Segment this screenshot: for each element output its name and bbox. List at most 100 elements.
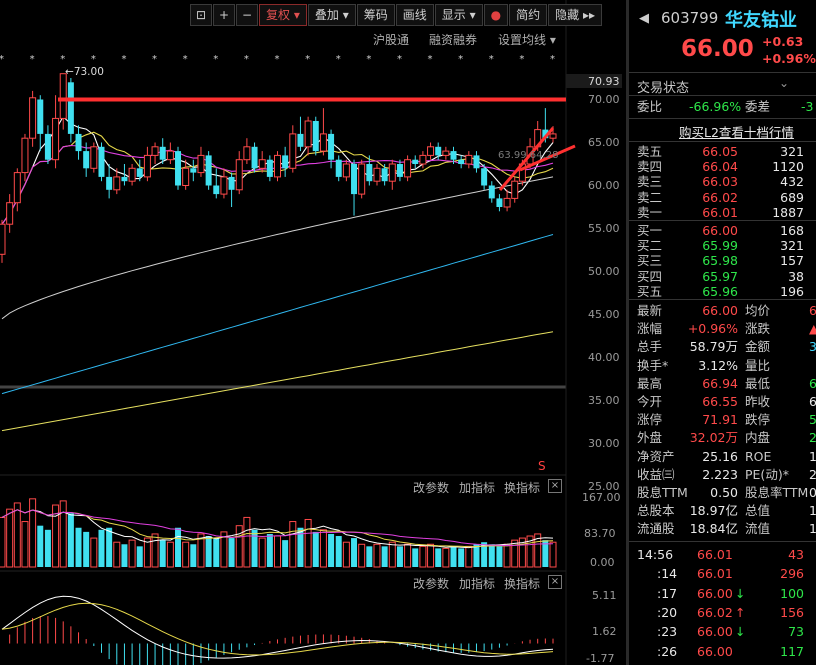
info-marker-icon: *	[336, 54, 341, 65]
minus-icon[interactable]: −	[236, 4, 258, 26]
candle-body	[220, 176, 228, 195]
margin-trading-link[interactable]: 融资融券	[429, 31, 477, 48]
volume-bar	[83, 531, 90, 567]
volume-bar	[503, 543, 511, 568]
volume-bar	[75, 527, 82, 567]
price-change: +0.63	[762, 34, 804, 49]
stat-label-2: ROE	[745, 448, 772, 464]
hide-label: 隐藏	[555, 8, 580, 22]
volume-bar	[388, 541, 396, 568]
vol-edit-params-button[interactable]: 改参数	[413, 479, 449, 496]
candle-body	[175, 151, 182, 186]
candle-body	[481, 168, 488, 186]
tick-time: :14	[657, 566, 678, 582]
volume-bar	[381, 546, 388, 567]
volume-bar	[251, 529, 258, 567]
candle-body	[312, 121, 319, 152]
volume-bar	[37, 525, 44, 567]
stat-value: 18.84亿	[689, 521, 738, 537]
fuquan-button[interactable]: 复权 ▾	[259, 4, 307, 26]
weibi-value: -66.96%	[689, 99, 742, 114]
chips-button[interactable]: 筹码	[356, 4, 395, 26]
simple-button[interactable]: 简约	[509, 4, 548, 26]
macd-switch-indicator-button[interactable]: 换指标	[504, 575, 540, 592]
ask-price: 66.05	[702, 144, 738, 159]
weicha-label: 委差	[745, 99, 771, 114]
vol-switch-indicator-button[interactable]: 换指标	[504, 479, 540, 496]
info-marker-icon: *	[519, 54, 524, 65]
volume-bar	[458, 548, 465, 567]
trade-status-arrow-icon[interactable]: ⌄	[779, 76, 789, 90]
stat-value: 66.94	[702, 375, 738, 391]
volume-bar	[266, 533, 273, 567]
stat-label-2: 均价	[745, 303, 771, 318]
macd-dif-line	[1, 595, 554, 659]
fuquan-label: 复权	[266, 8, 291, 22]
volume-bar	[44, 529, 51, 567]
tick-time: :20	[657, 604, 678, 620]
volume-bar	[151, 533, 159, 568]
volume-bar	[404, 543, 412, 568]
candle-body	[13, 172, 21, 204]
macd-close-icon[interactable]: ×	[548, 575, 562, 589]
info-marker-icon: *	[458, 54, 463, 65]
kline-chart-area[interactable]: * * * * * * * * * * * * * * * * * * * S ⊡ + − 复权 ▾ 叠加 ▾ 筹码…	[0, 0, 628, 665]
plus-icon[interactable]: +	[213, 4, 235, 26]
bid-label: 买一	[637, 223, 663, 238]
stat-value: 66.55	[702, 394, 738, 409]
stats-row: 涨幅 +0.96% 涨跌 ▲	[629, 321, 816, 337]
ask-row: 卖一 66.01 1887	[629, 205, 816, 221]
price-axis-label: 65.00	[588, 135, 620, 149]
info-marker-icon: *	[244, 54, 249, 65]
bid-price: 65.96	[702, 283, 738, 299]
candle-body	[304, 120, 312, 148]
info-marker-icon: *	[121, 54, 126, 65]
macd-edit-params-button[interactable]: 改参数	[413, 575, 449, 592]
high-price-label: ←73.00	[65, 66, 104, 78]
hk-connect-link[interactable]: 沪股通	[373, 31, 409, 48]
ask-volume: 1887	[772, 204, 804, 220]
macd-add-indicator-button[interactable]: 加指标	[459, 575, 495, 592]
volume-bar	[136, 546, 143, 567]
volume-bar	[488, 544, 495, 567]
vol-close-icon[interactable]: ×	[548, 479, 562, 493]
tick-price: 66.01	[697, 547, 733, 562]
quote-panel: ◀ 603799 华友钴业 66.00 +0.63 +0.96% 交易状态 ⌄ …	[629, 0, 816, 665]
bid-row: 买五 65.96 196	[629, 284, 816, 300]
candle-body	[151, 146, 159, 156]
tick-time: :17	[657, 585, 678, 601]
buy-l2-link[interactable]: 购买L2查看十档行情	[679, 122, 794, 141]
candle-body	[106, 176, 113, 190]
stat-label: 换手*	[637, 357, 669, 373]
candle-body	[319, 133, 327, 152]
ask-row: 卖三 66.03 432	[629, 174, 816, 190]
candle-body	[266, 159, 273, 177]
hide-button[interactable]: 隐藏 ▸▸	[548, 4, 602, 26]
draw-line-button[interactable]: 画线	[395, 4, 434, 26]
trade-status-label: 交易状态	[637, 81, 690, 96]
candle-body	[503, 197, 511, 208]
candle-body	[83, 151, 90, 169]
overlay-button[interactable]: 叠加 ▾	[307, 4, 356, 26]
kline-chart[interactable]: * * * * * * * * * * * * * * * * * * * S	[0, 0, 628, 665]
stats-row: 最新 66.00 均价 66	[629, 303, 816, 319]
ask-price: 66.03	[702, 174, 738, 190]
alarm-icon[interactable]: ●	[483, 4, 509, 26]
set-ma-link[interactable]: 设置均线 ▾	[498, 31, 556, 48]
volume-bar	[335, 536, 342, 567]
volume-bar	[396, 546, 403, 567]
volume-bar	[175, 527, 182, 567]
collapse-arrow-icon[interactable]: ◀	[639, 11, 649, 26]
stat-value-2: 125	[809, 503, 816, 519]
vol-add-indicator-button[interactable]: 加指标	[459, 479, 495, 496]
volume-bar	[98, 529, 105, 567]
weibi-label: 委比	[637, 99, 663, 114]
candle-body	[98, 146, 105, 177]
macd-indicator	[1, 595, 554, 665]
stat-value-2: 66	[809, 303, 816, 318]
stat-label-2: 流值	[745, 521, 771, 537]
tick-row: 14:56 66.01 43	[629, 547, 816, 563]
display-button[interactable]: 显示 ▾	[434, 4, 483, 26]
price-axis-label: 45.00	[588, 307, 620, 321]
restore-icon[interactable]: ⊡	[190, 4, 212, 26]
